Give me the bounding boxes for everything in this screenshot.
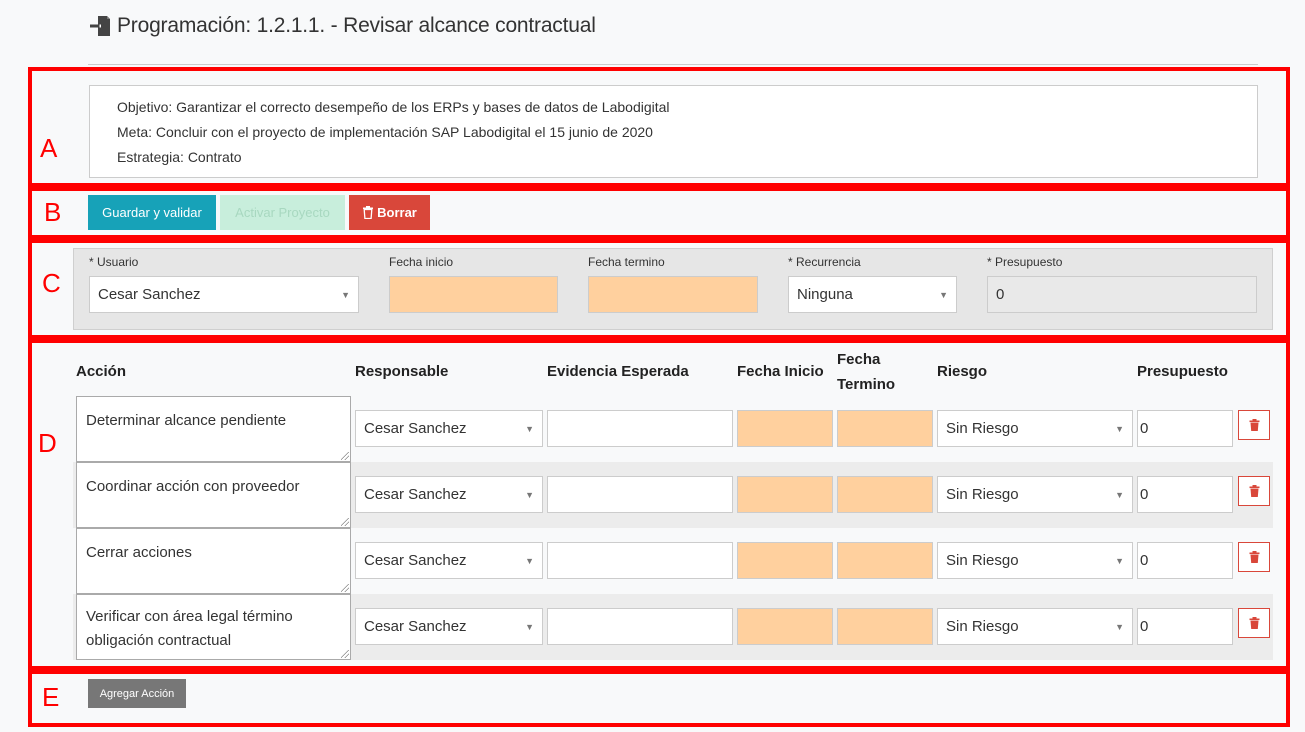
annotation-box-c [28,239,1290,339]
annotation-box-b [28,187,1290,239]
annotation-box-d [28,339,1290,670]
page-header: Programación: 1.2.1.1. - Revisar alcance… [88,14,596,38]
annotation-label-d: D [38,428,57,458]
sign-in-icon [90,16,110,36]
annotation-label-a: A [40,133,58,163]
annotation-label-b: B [44,197,62,227]
annotation-label-e: E [42,682,60,712]
annotation-box-e [28,670,1290,727]
title-divider [88,64,1258,65]
page-title: Programación: 1.2.1.1. - Revisar alcance… [117,14,596,37]
annotation-label-c: C [42,268,61,298]
annotation-box-a [28,67,1290,187]
